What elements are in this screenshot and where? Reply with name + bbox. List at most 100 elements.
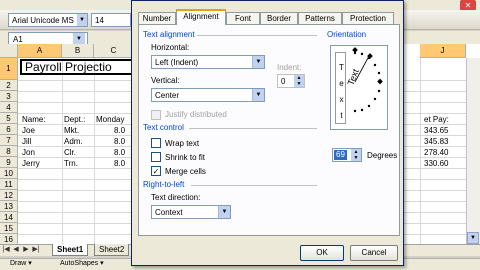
row-header[interactable]: 9 — [0, 157, 18, 168]
row-header[interactable]: 1 — [0, 58, 18, 80]
chevron-down-icon[interactable]: ▼ — [252, 89, 264, 101]
cancel-button[interactable]: Cancel — [350, 245, 398, 261]
row-header[interactable]: 6 — [0, 124, 18, 135]
wrap-text-label: Wrap text — [165, 139, 200, 148]
row-header[interactable]: 8 — [0, 146, 18, 157]
font-name-box[interactable]: Arial Unicode MS ▼ — [8, 13, 88, 27]
indent-label: Indent: — [277, 63, 302, 72]
cell-name[interactable]: Jon — [22, 148, 35, 157]
text-direction-select[interactable]: Context ▼ — [151, 205, 231, 219]
ok-button[interactable]: OK — [300, 245, 344, 261]
column-header-j[interactable]: J — [420, 44, 466, 58]
cell-hours[interactable]: 8.0 — [114, 126, 125, 135]
rotated-text-preview: Text — [346, 67, 361, 86]
name-box-value: A1 — [13, 35, 23, 44]
vertical-select[interactable]: Center ▼ — [151, 88, 265, 102]
cell-net[interactable]: 345.83 — [424, 137, 448, 146]
draw-menu[interactable]: Draw ▾ — [10, 259, 32, 267]
tab-alignment[interactable]: Alignment — [176, 9, 226, 25]
cell-hours[interactable]: 8.0 — [114, 159, 125, 168]
column-header-b[interactable]: B — [62, 44, 94, 58]
orientation-dial[interactable]: Text — [331, 46, 389, 131]
format-cells-dialog: Number Alignment Font Border Patterns Pr… — [131, 0, 404, 266]
justify-distributed-label: Justify distributed — [165, 110, 227, 119]
cell-dept[interactable]: Clr. — [64, 148, 76, 157]
header-dept[interactable]: Dept.: — [64, 115, 85, 124]
row-header[interactable]: 2 — [0, 80, 18, 91]
autoshapes-menu[interactable]: AutoShapes ▾ — [60, 259, 104, 267]
row-header[interactable]: 12 — [0, 190, 18, 201]
row-header[interactable]: 15 — [0, 223, 18, 234]
font-name-value: Arial Unicode MS — [12, 16, 74, 25]
row-header[interactable]: 3 — [0, 91, 18, 102]
section-divider — [189, 128, 317, 129]
scroll-down-icon[interactable]: ▼ — [467, 232, 479, 244]
chevron-down-icon[interactable]: ▼ — [252, 56, 264, 68]
row-header[interactable]: 13 — [0, 201, 18, 212]
chevron-down-icon[interactable]: ▼ — [218, 206, 230, 218]
cell-dept[interactable]: Trn. — [64, 159, 78, 168]
prev-sheet-icon[interactable]: ◀ — [12, 245, 20, 253]
horizontal-label: Horizontal: — [151, 43, 190, 52]
cell-dept[interactable]: Adm. — [64, 137, 83, 146]
row-header[interactable]: 14 — [0, 212, 18, 223]
horizontal-value: Left (Indent) — [155, 58, 199, 67]
degrees-value: 69 — [334, 150, 347, 160]
wrap-text-checkbox[interactable] — [151, 138, 161, 148]
cell-hours[interactable]: 8.0 — [114, 148, 125, 157]
row-header[interactable]: 10 — [0, 168, 18, 179]
row-header[interactable]: 5 — [0, 113, 18, 124]
merge-cells-checkbox[interactable]: ✓ — [151, 166, 161, 176]
shrink-to-fit-checkbox[interactable] — [151, 152, 161, 162]
cell-a1-title[interactable]: Payroll Projectio — [20, 59, 138, 75]
section-orientation: Orientation — [327, 30, 367, 39]
cell-name[interactable]: Jill — [22, 137, 31, 146]
horizontal-select[interactable]: Left (Indent) ▼ — [151, 55, 265, 69]
row-header[interactable]: 11 — [0, 179, 18, 190]
header-name[interactable]: Name: — [22, 115, 46, 124]
section-divider — [197, 35, 317, 36]
cell-dept[interactable]: Mkt. — [64, 126, 79, 135]
indent-spinner[interactable]: 0 ▲ ▼ — [277, 74, 305, 88]
cell-net[interactable]: 330.60 — [424, 159, 448, 168]
gridline — [420, 58, 421, 248]
header-net-pay[interactable]: et Pay: — [424, 115, 449, 124]
justify-distributed-checkbox[interactable] — [151, 110, 161, 120]
last-sheet-icon[interactable]: ▶| — [32, 245, 40, 253]
cell-name[interactable]: Joe — [22, 126, 35, 135]
indent-value: 0 — [281, 77, 286, 86]
merge-cells-label: Merge cells — [165, 167, 206, 176]
gridline — [62, 58, 63, 248]
section-text-alignment: Text alignment — [143, 30, 195, 39]
font-dropdown-icon[interactable]: ▼ — [77, 14, 87, 26]
orientation-control[interactable]: T e x t Text — [330, 45, 388, 130]
first-sheet-icon[interactable]: |◀ — [2, 245, 10, 253]
cell-net[interactable]: 278.40 — [424, 148, 448, 157]
text-direction-label: Text direction: — [151, 193, 201, 202]
row-header[interactable]: 4 — [0, 102, 18, 113]
column-header-c[interactable]: C — [94, 44, 134, 58]
vertical-scrollbar[interactable] — [466, 58, 480, 244]
shrink-to-fit-label: Shrink to fit — [165, 153, 206, 162]
sheet-tab-sheet1[interactable]: Sheet1 — [52, 244, 89, 256]
section-text-control: Text control — [143, 123, 184, 132]
font-size-box[interactable]: 14 — [91, 13, 131, 27]
section-divider — [191, 185, 317, 186]
degrees-spinner[interactable]: 69 ▲ ▼ — [332, 148, 362, 162]
cell-hours[interactable]: 8.0 — [114, 137, 125, 146]
section-right-to-left: Right-to-left — [143, 180, 185, 189]
cell-name[interactable]: Jerry — [22, 159, 40, 168]
degrees-label: Degrees — [367, 151, 398, 160]
next-sheet-icon[interactable]: ▶ — [22, 245, 30, 253]
text-direction-value: Context — [155, 208, 183, 217]
header-monday[interactable]: Monday — [96, 115, 124, 124]
vertical-label: Vertical: — [151, 76, 180, 85]
row-header[interactable]: 7 — [0, 135, 18, 146]
spinner-icon[interactable]: ▲ ▼ — [294, 75, 304, 87]
sheet-tab-sheet2[interactable]: Sheet2 — [94, 244, 130, 256]
column-header-a[interactable]: A — [18, 44, 62, 58]
cell-net[interactable]: 343.65 — [424, 126, 448, 135]
select-all-corner[interactable] — [0, 44, 18, 58]
spinner-icon[interactable]: ▲ ▼ — [351, 149, 361, 161]
alignment-panel: Text alignment Horizontal: Left (Indent)… — [138, 24, 400, 236]
